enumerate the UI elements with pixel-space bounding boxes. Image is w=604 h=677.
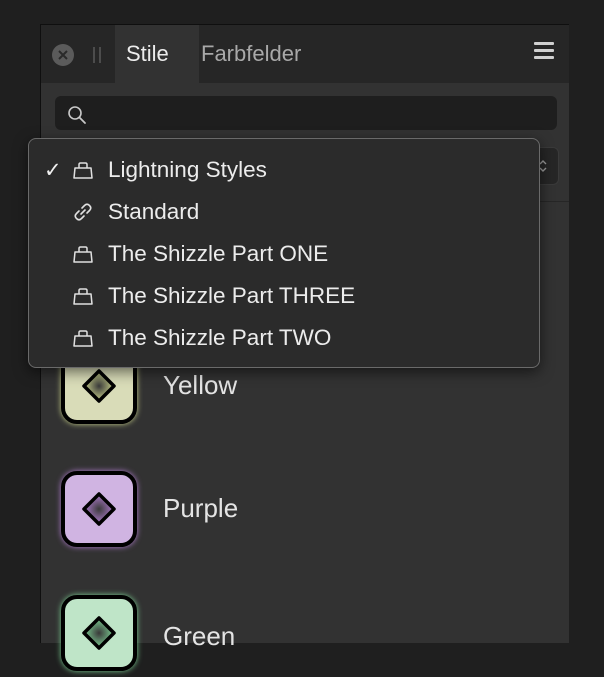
link-icon	[74, 203, 92, 221]
menu-item-label: The Shizzle Part THREE	[108, 283, 356, 308]
menu-item-shizzle-two[interactable]: The Shizzle Part TWO	[29, 317, 539, 359]
category-dropdown-menu: ✓ Lightning Styles Standard The Shizzle …	[28, 138, 540, 368]
menu-item-label: Standard	[108, 199, 200, 224]
grip-handle-icon[interactable]	[93, 47, 102, 63]
panel-tab-bar: Stile Farbfelder	[41, 25, 569, 83]
diamond-icon	[82, 369, 116, 403]
hamburger-menu-icon[interactable]	[534, 42, 554, 60]
category-bag-icon	[73, 162, 93, 179]
category-bag-icon	[73, 288, 93, 305]
category-bag-icon	[73, 246, 93, 263]
tab-stile-label: Stile	[126, 41, 169, 66]
close-icon[interactable]	[52, 44, 74, 66]
search-input[interactable]	[55, 96, 557, 130]
style-name: Green	[163, 621, 236, 651]
menu-item-label: Lightning Styles	[108, 157, 267, 182]
style-name: Yellow	[163, 370, 238, 400]
tab-stile[interactable]: Stile	[115, 25, 199, 83]
search-icon	[68, 106, 86, 124]
menu-item-shizzle-one[interactable]: The Shizzle Part ONE	[29, 233, 539, 275]
diamond-icon	[82, 492, 116, 526]
style-name: Purple	[163, 493, 239, 523]
menu-item-label: The Shizzle Part ONE	[108, 241, 329, 266]
category-bag-icon	[73, 330, 93, 347]
menu-item-lightning-styles[interactable]: ✓ Lightning Styles	[29, 149, 539, 191]
style-item-purple[interactable]: Purple	[61, 471, 461, 553]
tab-farbfelder[interactable]: Farbfelder	[201, 41, 301, 67]
menu-item-shizzle-three[interactable]: The Shizzle Part THREE	[29, 275, 539, 317]
style-swatch	[61, 595, 137, 671]
check-icon: ✓	[44, 159, 62, 182]
style-item-green[interactable]: Green	[61, 595, 461, 677]
menu-item-label: The Shizzle Part TWO	[108, 325, 332, 350]
menu-item-standard[interactable]: Standard	[29, 191, 539, 233]
style-swatch	[61, 471, 137, 547]
diamond-icon	[82, 616, 116, 650]
